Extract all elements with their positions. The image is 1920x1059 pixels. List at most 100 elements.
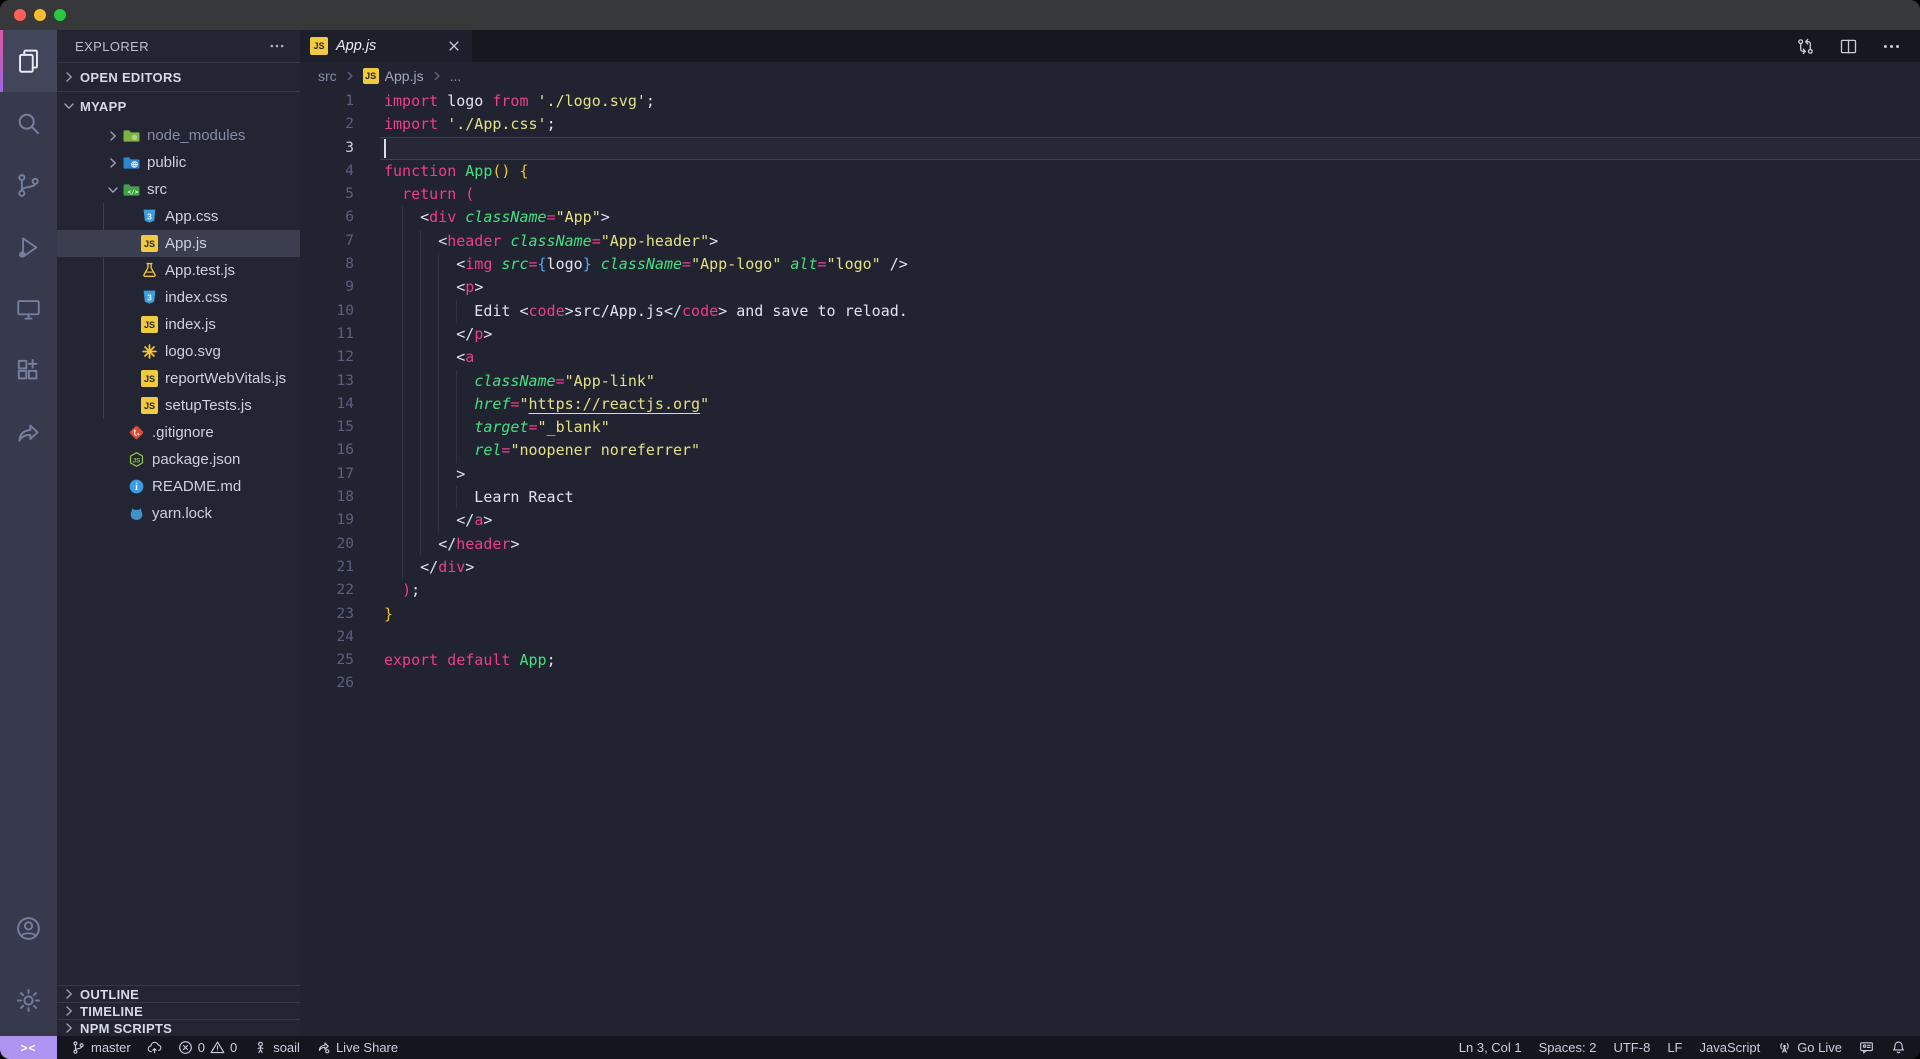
breadcrumb-file[interactable]: App.js [385,68,424,84]
css-icon: 3 [141,208,158,225]
code-line-12[interactable]: 12 <a [300,346,1920,369]
code-line-20[interactable]: 20 </header> [300,533,1920,556]
tree-item-logo.svg[interactable]: logo.svg [57,338,300,365]
indent-guide [456,393,457,416]
outline-section[interactable]: OUTLINE [57,985,300,1002]
activity-remote-explorer[interactable] [0,278,57,340]
remote-icon: >< [20,1041,36,1055]
timeline-section[interactable]: TIMELINE [57,1002,300,1019]
code-line-10[interactable]: 10 Edit <code>src/App.js</code> and save… [300,300,1920,323]
activity-settings[interactable] [0,964,57,1036]
tree-item-yarn.lock[interactable]: yarn.lock [57,500,300,527]
status-go-live[interactable]: Go Live [1777,1040,1842,1055]
status-indentation[interactable]: Spaces: 2 [1539,1040,1597,1055]
warning-icon [210,1040,225,1055]
tree-item-public[interactable]: public [57,149,300,176]
code-line-4[interactable]: 4function App() { [300,160,1920,183]
code-line-11[interactable]: 11 </p> [300,323,1920,346]
code-line-6[interactable]: 6 <div className="App"> [300,206,1920,229]
activity-live-share[interactable] [0,402,57,464]
minimize-window-button[interactable] [34,9,46,21]
project-root-section[interactable]: MYAPP [57,91,300,120]
activity-search[interactable] [0,92,57,154]
open-changes-icon[interactable] [1795,36,1816,57]
activity-extensions[interactable] [0,340,57,402]
indent-guide [438,346,439,369]
status-sync-changes[interactable] [147,1040,162,1055]
close-tab-icon[interactable] [446,38,462,54]
tree-item-src[interactable]: </>src [57,176,300,203]
code-line-21[interactable]: 21 </div> [300,556,1920,579]
status-encoding[interactable]: UTF-8 [1613,1040,1650,1055]
tree-item-setupTests.js[interactable]: JSsetupTests.js [57,392,300,419]
code-line-7[interactable]: 7 <header className="App-header"> [300,230,1920,253]
tree-item-README.md[interactable]: iREADME.md [57,473,300,500]
split-editor-icon[interactable] [1838,36,1859,57]
activity-source-control[interactable] [0,154,57,216]
branch-icon [71,1040,86,1055]
code-line-22[interactable]: 22 ); [300,579,1920,602]
code-line-16[interactable]: 16 rel="noopener noreferrer" [300,439,1920,462]
code-line-24[interactable]: 24 [300,626,1920,649]
tree-item-App.css[interactable]: 3App.css [57,203,300,230]
tree-item-App.test.js[interactable]: App.test.js [57,257,300,284]
tree-item-index.css[interactable]: 3index.css [57,284,300,311]
code-line-19[interactable]: 19 </a> [300,509,1920,532]
tab-app-js[interactable]: JS App.js [300,30,472,62]
editor-more-actions-icon[interactable] [1881,36,1902,57]
code-line-23[interactable]: 23} [300,603,1920,626]
code-line-8[interactable]: 8 <img src={logo} className="App-logo" a… [300,253,1920,276]
code-line-2[interactable]: 2import './App.css'; [300,113,1920,136]
tree-item-label: App.test.js [165,262,235,279]
code-line-25[interactable]: 25export default App; [300,649,1920,672]
status-live-share[interactable]: Live Share [316,1040,398,1055]
indent-guide [420,300,421,323]
code-line-26[interactable]: 26 [300,672,1920,695]
code-line-13[interactable]: 13 className="App-link" [300,370,1920,393]
indent-guide [420,393,421,416]
npm-scripts-section[interactable]: NPM SCRIPTS [57,1019,300,1036]
code-line-content: href="https://reactjs.org" [380,393,1920,416]
tree-item-reportWebVitals.js[interactable]: JSreportWebVitals.js [57,365,300,392]
indent-guide [402,556,403,579]
status-problems[interactable]: 00 [178,1040,237,1055]
tree-item-.gitignore[interactable]: .gitignore [57,419,300,446]
js-icon: JS [141,235,158,252]
code-line-15[interactable]: 15 target="_blank" [300,416,1920,439]
status-account-user[interactable]: soail [253,1040,300,1055]
indent-guide [402,416,403,439]
activity-explorer[interactable] [0,30,57,92]
code-line-18[interactable]: 18 Learn React [300,486,1920,509]
code-editor[interactable]: 1import logo from './logo.svg';2import '… [300,90,1920,1036]
status-git-branch[interactable]: master [71,1040,131,1055]
code-line-17[interactable]: 17 > [300,463,1920,486]
more-actions-icon[interactable] [268,37,286,55]
activity-account[interactable] [0,892,57,964]
tab-bar: JS App.js [300,30,1920,62]
tree-item-index.js[interactable]: JSindex.js [57,311,300,338]
broadcast-icon [1777,1040,1792,1055]
code-line-9[interactable]: 9 <p> [300,276,1920,299]
status-language-mode[interactable]: JavaScript [1699,1040,1760,1055]
code-line-14[interactable]: 14 href="https://reactjs.org" [300,393,1920,416]
breadcrumb-folder[interactable]: src [318,68,337,84]
maximize-window-button[interactable] [54,9,66,21]
status-feedback[interactable] [1859,1040,1874,1055]
account-icon [14,914,43,943]
status-cursor-position[interactable]: Ln 3, Col 1 [1459,1040,1522,1055]
tree-item-App.js[interactable]: JSApp.js [57,230,300,257]
activity-run-debug[interactable] [0,216,57,278]
status-eol[interactable]: LF [1667,1040,1682,1055]
code-line-3[interactable]: 3 [300,137,1920,160]
remote-indicator[interactable]: >< [0,1036,57,1059]
tree-item-package.json[interactable]: JSpackage.json [57,446,300,473]
code-line-content: import logo from './logo.svg'; [380,90,1920,113]
breadcrumb-symbol[interactable]: ... [450,68,462,84]
code-line-5[interactable]: 5 return ( [300,183,1920,206]
code-line-1[interactable]: 1import logo from './logo.svg'; [300,90,1920,113]
open-editors-section[interactable]: OPEN EDITORS [57,62,300,91]
tree-item-node_modules[interactable]: node_modules [57,122,300,149]
status-notifications[interactable] [1891,1040,1906,1055]
indent-guide [420,533,421,556]
close-window-button[interactable] [14,9,26,21]
